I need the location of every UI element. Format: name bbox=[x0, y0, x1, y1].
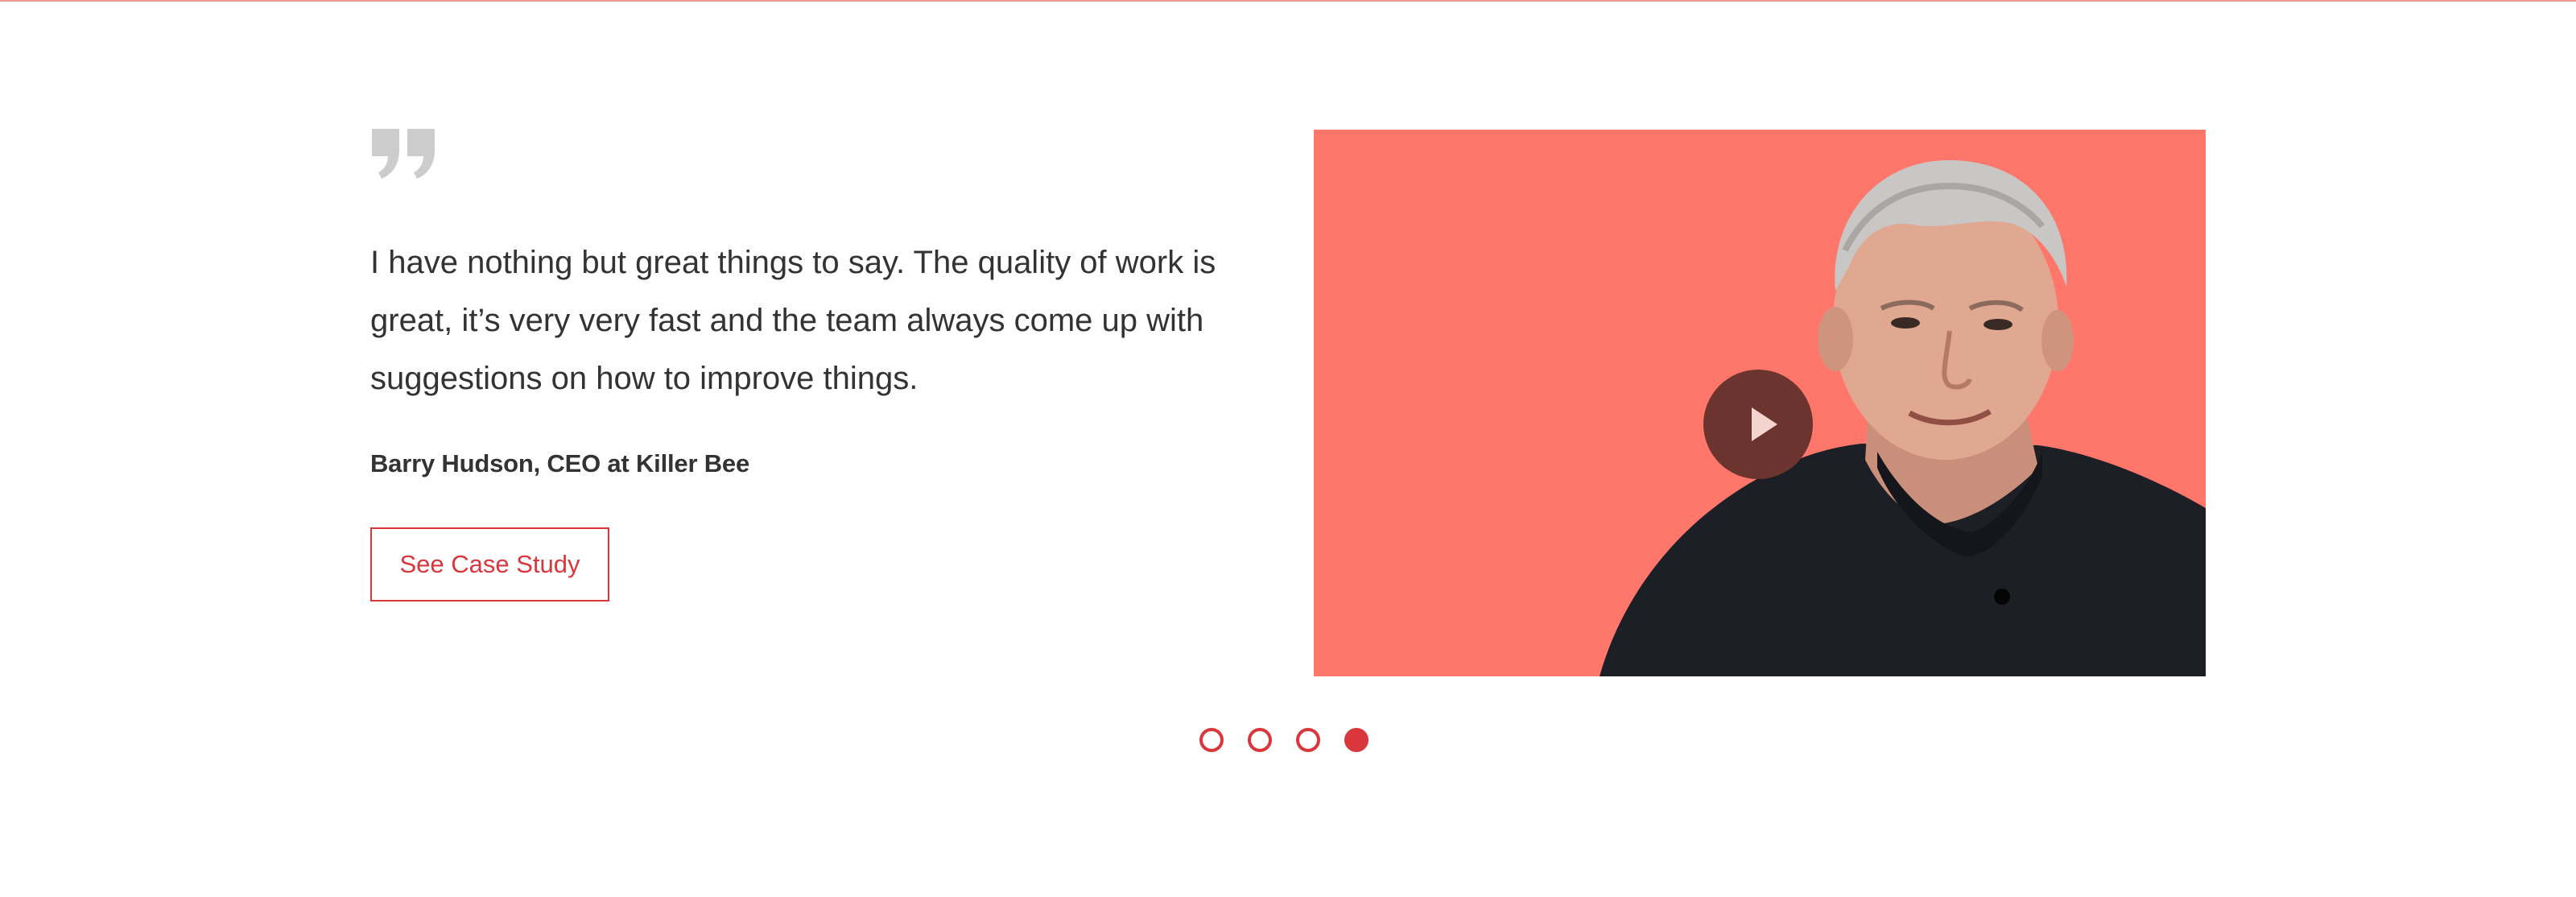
carousel-dot-3[interactable] bbox=[1296, 728, 1320, 752]
carousel-dot-4[interactable] bbox=[1344, 728, 1368, 752]
video-player[interactable] bbox=[1314, 130, 2206, 676]
carousel-pagination bbox=[1199, 728, 1368, 752]
testimonial-author: Barry Hudson, CEO at Killer Bee bbox=[370, 449, 749, 477]
play-icon bbox=[1752, 407, 1777, 441]
testimonial-quote: I have nothing but great things to say. … bbox=[370, 245, 1216, 396]
quote-marks-icon bbox=[372, 129, 435, 179]
top-divider bbox=[0, 0, 2576, 2]
carousel-dot-2[interactable] bbox=[1248, 728, 1272, 752]
see-case-study-button[interactable]: See Case Study bbox=[370, 527, 609, 601]
play-button[interactable] bbox=[1703, 370, 1813, 479]
testimonial-section: I have nothing but great things to say. … bbox=[0, 0, 2576, 897]
carousel-dot-1[interactable] bbox=[1199, 728, 1224, 752]
